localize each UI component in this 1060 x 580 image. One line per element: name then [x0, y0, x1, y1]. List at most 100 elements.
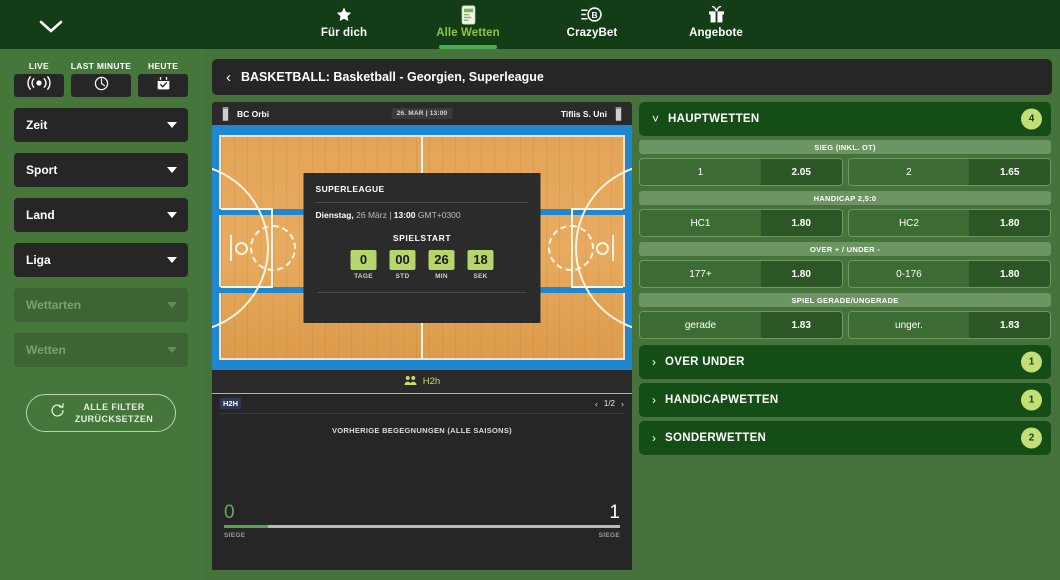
market-title: OVER + / UNDER -	[639, 242, 1051, 256]
quick-filter-label: LAST MINUTE	[70, 61, 132, 71]
heute-button[interactable]	[138, 74, 188, 97]
market-group-title: HAUPTWETTEN	[668, 113, 760, 125]
divider	[315, 201, 529, 203]
countdown-weekday: Dienstag,	[315, 209, 354, 220]
countdown-value: 00	[389, 249, 416, 270]
odds-name: HC2	[848, 210, 970, 236]
market-group-title: HANDICAPWETTEN	[665, 394, 779, 406]
quick-filter-last-minute: LAST MINUTE	[70, 61, 132, 97]
star-icon	[335, 4, 353, 25]
calendar-check-icon	[156, 76, 171, 96]
countdown-units: 0 TAGE 00 STD 26 MIN 18 SEK	[316, 249, 529, 280]
filter-label: Zeit	[26, 118, 48, 132]
nav-label: Für dich	[320, 27, 368, 39]
basketball-court-graphic: SUPERLEAGUE Dienstag, 26 März | 13:00 GM…	[212, 125, 632, 370]
odds-value: 2.05	[760, 159, 842, 185]
odds-button[interactable]: 0-176 1.80	[847, 260, 1051, 288]
market-group-handicapwetten[interactable]: › HANDICAPWETTEN 1	[639, 383, 1051, 417]
nav-item-alle-wetten[interactable]: Alle Wetten	[423, 0, 513, 49]
countdown-value: 0	[350, 249, 377, 270]
h2h-wins-bar-fill	[224, 525, 268, 528]
odds-value: 1.65	[969, 159, 1050, 185]
filter-select-sport[interactable]: Sport	[14, 153, 188, 187]
nav-item-crazybet[interactable]: B CrazyBet	[547, 0, 637, 49]
h2h-header-row: H2H ‹ 1/2 ›	[220, 394, 624, 414]
refresh-icon	[49, 402, 66, 424]
odds-name: 2	[848, 159, 970, 185]
last-minute-button[interactable]	[70, 74, 132, 97]
filter-select-liga[interactable]: Liga	[14, 243, 188, 277]
match-time-badge: 26. MAR | 13:00	[391, 108, 453, 119]
filter-select-wettarten[interactable]: Wettarten	[14, 288, 188, 322]
market-title: HANDICAP 2,5:0	[639, 191, 1051, 205]
countdown-value: 26	[428, 249, 455, 270]
quick-filter-label: HEUTE	[147, 61, 179, 71]
odds-button[interactable]: 1 2.05	[639, 158, 843, 186]
odds-value: 1.80	[969, 261, 1050, 287]
h2h-panel: H2H ‹ 1/2 › VORHERIGE BEGEGNUNGEN (ALLE …	[212, 394, 632, 570]
chevron-left-icon[interactable]: ‹	[595, 399, 598, 409]
odds-button[interactable]: 177+ 1.80	[639, 260, 843, 288]
breadcrumb[interactable]: ‹ BASKETBALL: Basketball - Georgien, Sup…	[212, 59, 1052, 95]
sidebar: LIVE LAST MINUTE HEUTE Zeit Sport Land L…	[0, 49, 202, 580]
top-navigation-bar: Für dich Alle Wetten B CrazyBet Angebote	[0, 0, 1060, 49]
odds-value: 1.80	[760, 261, 842, 287]
odds-value: 1.83	[969, 312, 1050, 338]
reset-all-filters-button[interactable]: ALLE FILTER ZURÜCKSETZEN	[26, 394, 176, 432]
market-group-over-under[interactable]: › OVER UNDER 1	[639, 345, 1051, 379]
market-row: HC1 1.80 HC2 1.80	[639, 209, 1051, 237]
h2h-pager: ‹ 1/2 ›	[595, 399, 624, 409]
countdown-unit-seconds: 18 SEK	[467, 249, 494, 280]
nav-items: Für dich Alle Wetten B CrazyBet Angebote	[0, 0, 1060, 49]
quick-filter-label: LIVE	[28, 61, 49, 71]
nav-label: Angebote	[689, 27, 743, 39]
odds-name: unger.	[848, 312, 970, 338]
clock-icon	[94, 76, 109, 96]
quick-filter-row: LIVE LAST MINUTE HEUTE	[14, 61, 188, 97]
market-row: 177+ 1.80 0-176 1.80	[639, 260, 1051, 288]
nav-label: CrazyBet	[566, 27, 618, 39]
filter-label: Wettarten	[26, 298, 82, 312]
odds-button[interactable]: gerade 1.83	[639, 311, 843, 339]
market-title: SIEG (INKL. OT)	[639, 140, 1051, 154]
countdown-unit-label: SEK	[473, 272, 488, 280]
chevron-right-icon[interactable]: ›	[621, 399, 624, 409]
chevron-right-icon: ›	[652, 355, 656, 369]
market-count-badge: 1	[1021, 351, 1042, 373]
market-group-sonderwetten[interactable]: › SONDERWETTEN 2	[639, 421, 1051, 455]
filter-select-land[interactable]: Land	[14, 198, 188, 232]
match-teams-bar: BC Orbi 26. MAR | 13:00 Tiflis S. Uni	[212, 102, 632, 125]
odds-name: HC1	[640, 210, 761, 236]
odds-button[interactable]: HC2 1.80	[847, 209, 1051, 237]
page-title: BASKETBALL: Basketball - Georgien, Super…	[241, 70, 544, 84]
h2h-page-indicator: 1/2	[603, 399, 615, 408]
filter-select-zeit[interactable]: Zeit	[14, 108, 188, 142]
market-count-badge: 1	[1021, 389, 1042, 411]
market-group-title: OVER UNDER	[665, 356, 745, 368]
market-group-hauptwetten[interactable]: ˅ HAUPTWETTEN 4	[639, 102, 1051, 136]
filter-label: Wetten	[26, 343, 66, 357]
countdown-timezone: GMT+0300	[415, 209, 461, 220]
market-count-badge: 2	[1021, 427, 1042, 449]
reset-label-line1: ALLE FILTER	[83, 402, 145, 412]
h2h-subtitle: VORHERIGE BEGEGNUNGEN (ALLE SAISONS)	[332, 426, 512, 435]
live-button[interactable]	[14, 74, 64, 97]
market-row: 1 2.05 2 1.65	[639, 158, 1051, 186]
betslip-phone-icon	[461, 4, 476, 25]
chevron-left-icon[interactable]: ‹	[226, 70, 231, 85]
nav-item-angebote[interactable]: Angebote	[671, 0, 761, 49]
tab-h2h-label: H2h	[422, 376, 441, 387]
odds-button[interactable]: HC1 1.80	[639, 209, 843, 237]
tab-h2h[interactable]: H2h	[212, 370, 632, 394]
h2h-away-wins: 1	[609, 502, 620, 523]
market-count-badge: 4	[1021, 108, 1042, 130]
filter-select-wetten[interactable]: Wetten	[14, 333, 188, 367]
nav-item-fuer-dich[interactable]: Für dich	[299, 0, 389, 49]
countdown-unit-minutes: 26 MIN	[428, 249, 455, 280]
odds-button[interactable]: 2 1.65	[847, 158, 1051, 186]
chevron-down-icon	[167, 167, 177, 173]
countdown-date-rest: 26 März |	[353, 209, 394, 220]
filter-label: Liga	[26, 253, 51, 267]
odds-name: 177+	[640, 261, 761, 287]
odds-button[interactable]: unger. 1.83	[847, 311, 1051, 339]
